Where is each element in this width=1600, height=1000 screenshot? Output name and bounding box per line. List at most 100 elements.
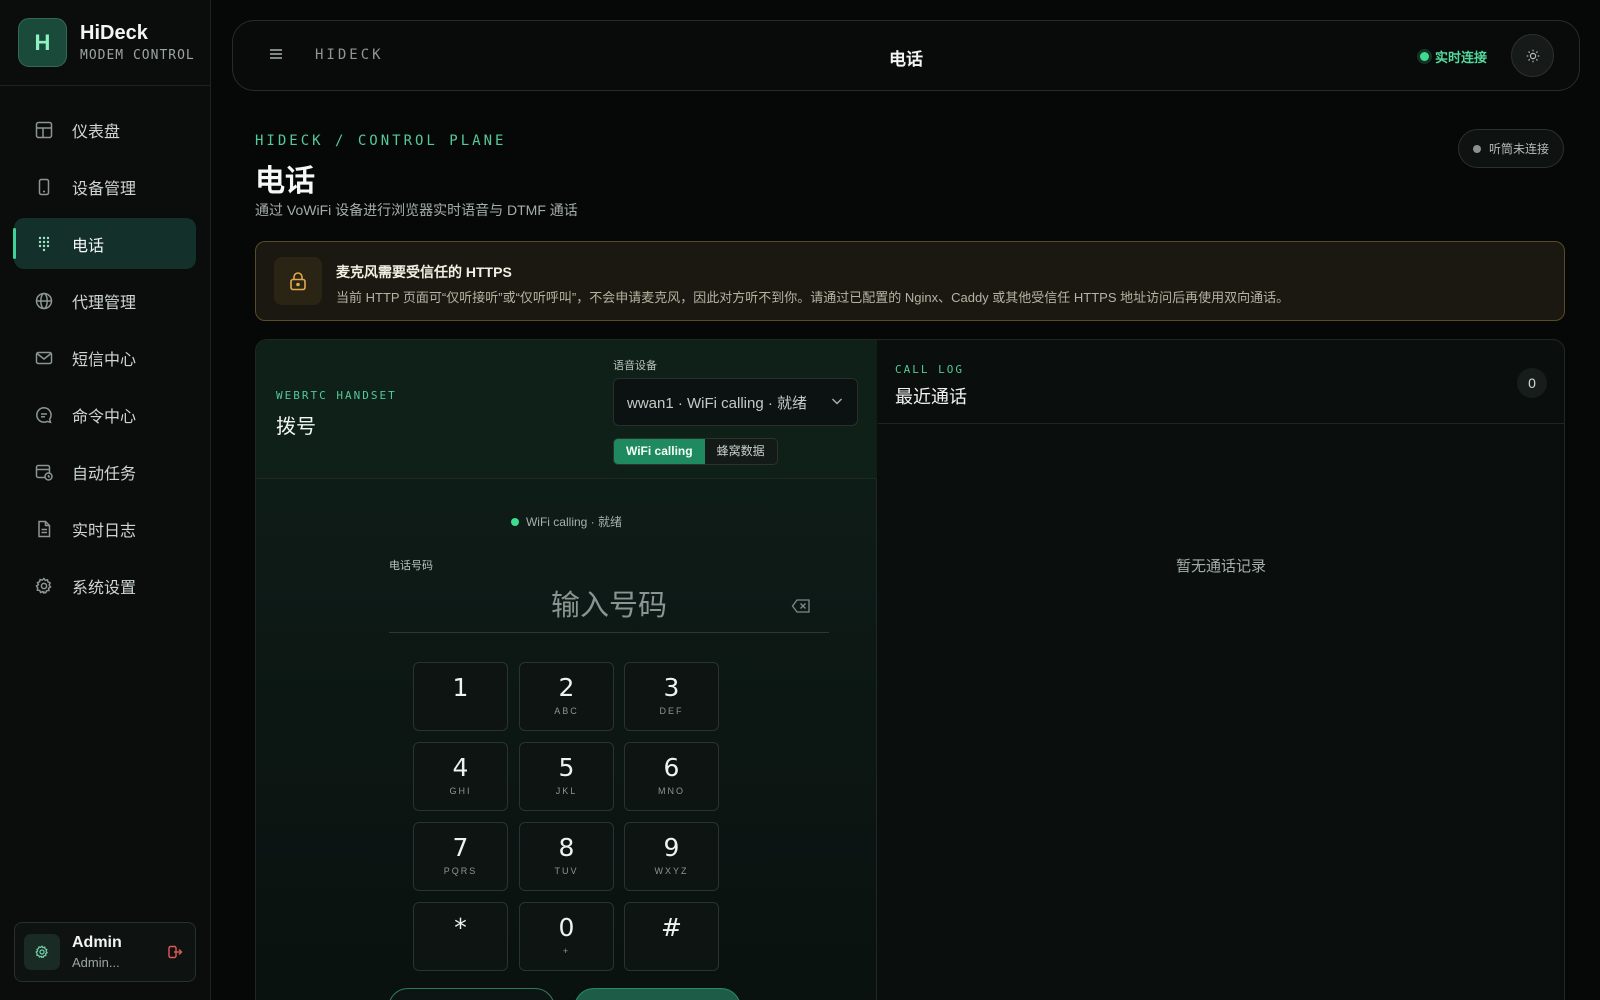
mode-cellular-button[interactable]: 蜂窝数据 bbox=[704, 439, 777, 464]
page-subtitle: 通过 VoWiFi 设备进行浏览器实时语音与 DTMF 通话 bbox=[255, 202, 578, 218]
chevron-down-icon bbox=[830, 394, 844, 412]
call-log-header: CALL LOG 最近通话 0 bbox=[878, 340, 1564, 424]
dial-key-digit: 6 bbox=[663, 753, 680, 782]
dial-key[interactable]: 6 MNO bbox=[624, 742, 719, 811]
sidebar-item-label: 实时日志 bbox=[72, 522, 137, 540]
top-bar: HIDECK 电话 实时连接 bbox=[232, 20, 1580, 91]
dial-key-digit: 4 bbox=[452, 753, 469, 782]
dial-key-digit: 8 bbox=[558, 833, 575, 862]
sidebar-item-dashboard[interactable]: 仪表盘 bbox=[14, 104, 196, 155]
dialer-title: 拨号 bbox=[276, 416, 316, 438]
sidebar-item-sms[interactable]: 短信中心 bbox=[14, 332, 196, 383]
brand-subtitle: MODEM CONTROL bbox=[80, 48, 195, 63]
status-dot-icon bbox=[1472, 144, 1481, 153]
call-log-kicker: CALL LOG bbox=[895, 363, 964, 376]
backspace-icon[interactable] bbox=[791, 598, 811, 619]
warning-text: 当前 HTTP 页面可“仅听接听”或“仅听呼叫”，不会申请麦克风，因此对方听不到… bbox=[336, 290, 1290, 305]
sidebar: H HiDeck MODEM CONTROL 仪表盘 设备管理 电话 代理管理 … bbox=[0, 0, 211, 1000]
dial-key-digit: 1 bbox=[452, 673, 469, 702]
secondary-call-button[interactable] bbox=[388, 988, 555, 1000]
dialer-status-label: WiFi calling · 就绪 bbox=[525, 515, 622, 529]
sidebar-item-logs[interactable]: 实时日志 bbox=[14, 503, 196, 554]
call-button[interactable] bbox=[574, 988, 741, 1000]
dial-key[interactable]: 4 GHI bbox=[413, 742, 508, 811]
user-settings-icon[interactable] bbox=[24, 934, 60, 970]
dial-key[interactable]: * bbox=[413, 902, 508, 971]
calendar-clock-icon bbox=[34, 462, 54, 482]
sidebar-item-proxy[interactable]: 代理管理 bbox=[14, 275, 196, 326]
mail-icon bbox=[34, 348, 54, 368]
chat-icon bbox=[34, 405, 54, 425]
dial-key-letters: WXYZ bbox=[654, 866, 689, 876]
sidebar-item-label: 电话 bbox=[72, 237, 105, 255]
live-connection-status: 实时连接 bbox=[1419, 47, 1487, 66]
theme-toggle-button[interactable] bbox=[1511, 34, 1554, 77]
breadcrumb: HIDECK / CONTROL PLANE bbox=[255, 133, 507, 149]
status-dot-icon bbox=[1419, 52, 1429, 61]
user-role: Admin... bbox=[72, 955, 120, 970]
phone-number-input[interactable] bbox=[389, 580, 829, 633]
dial-key[interactable]: 7 PQRS bbox=[413, 822, 508, 891]
page-title: 电话 bbox=[255, 165, 315, 198]
dial-key-letters: TUV bbox=[554, 866, 579, 876]
phone-number-label: 电话号码 bbox=[389, 560, 433, 572]
user-name: Admin bbox=[72, 934, 122, 951]
dial-key-digit: 2 bbox=[558, 673, 575, 702]
dial-key-letters: + bbox=[562, 946, 571, 956]
sidebar-item-devices[interactable]: 设备管理 bbox=[14, 161, 196, 212]
dial-key[interactable]: # bbox=[624, 902, 719, 971]
dialer-status: WiFi calling · 就绪 bbox=[256, 513, 877, 530]
dial-key[interactable]: 3 DEF bbox=[624, 662, 719, 731]
dial-key-letters: DEF bbox=[659, 706, 684, 716]
voice-device-label: 语音设备 bbox=[613, 360, 657, 372]
dial-key-letters: PQRS bbox=[443, 866, 478, 876]
sidebar-nav: 仪表盘 设备管理 电话 代理管理 短信中心 命令中心 自动任务 实时日志 系统设… bbox=[0, 86, 210, 611]
sidebar-item-settings[interactable]: 系统设置 bbox=[14, 560, 196, 611]
dial-key-letters: JKL bbox=[555, 786, 578, 796]
lock-icon bbox=[274, 257, 322, 305]
sidebar-item-label: 短信中心 bbox=[72, 351, 137, 369]
handset-status-badge: 听筒未连接 bbox=[1457, 129, 1564, 168]
dial-key-digit: * bbox=[454, 913, 467, 942]
user-card[interactable]: Admin Admin... bbox=[14, 922, 196, 982]
dial-key[interactable]: 5 JKL bbox=[519, 742, 614, 811]
dashboard-icon bbox=[34, 120, 54, 140]
dialer-kicker: WEBRTC HANDSET bbox=[276, 389, 397, 402]
logout-icon[interactable] bbox=[167, 944, 195, 960]
sidebar-item-tasks[interactable]: 自动任务 bbox=[14, 446, 196, 497]
sidebar-item-label: 设备管理 bbox=[72, 180, 137, 198]
dial-key[interactable]: 8 TUV bbox=[519, 822, 614, 891]
sidebar-item-label: 系统设置 bbox=[72, 579, 137, 597]
topbar-title: 电话 bbox=[889, 50, 923, 69]
brand-logo: H bbox=[18, 18, 67, 67]
sidebar-item-label: 命令中心 bbox=[72, 408, 137, 426]
dialer-header: WEBRTC HANDSET 拨号 语音设备 wwan1 · WiFi call… bbox=[256, 340, 877, 479]
sidebar-item-commands[interactable]: 命令中心 bbox=[14, 389, 196, 440]
sidebar-item-phone[interactable]: 电话 bbox=[13, 218, 196, 269]
dialpad-icon bbox=[34, 234, 54, 254]
network-mode-toggle: WiFi calling 蜂窝数据 bbox=[613, 438, 778, 465]
brand-name: HiDeck bbox=[80, 22, 148, 44]
dial-key-digit: 7 bbox=[452, 833, 469, 862]
dial-key-letters: MNO bbox=[658, 786, 685, 796]
gear-icon bbox=[34, 576, 54, 596]
file-icon bbox=[34, 519, 54, 539]
dial-key[interactable]: 2 ABC bbox=[519, 662, 614, 731]
mode-wifi-calling-button[interactable]: WiFi calling bbox=[614, 439, 705, 464]
device-icon bbox=[34, 177, 54, 197]
status-dot-icon bbox=[510, 518, 519, 526]
sidebar-item-label: 代理管理 bbox=[72, 294, 137, 312]
brand: H HiDeck MODEM CONTROL bbox=[0, 0, 210, 86]
handset-status-label: 听筒未连接 bbox=[1488, 142, 1549, 156]
dial-key[interactable]: 0 + bbox=[519, 902, 614, 971]
call-log-count-badge: 0 bbox=[1517, 368, 1547, 398]
https-warning-banner: 麦克风需要受信任的 HTTPS 当前 HTTP 页面可“仅听接听”或“仅听呼叫”… bbox=[255, 241, 1565, 321]
dial-key-digit: 5 bbox=[558, 753, 575, 782]
dial-key-digit: 3 bbox=[663, 673, 680, 702]
dial-key-digit: 9 bbox=[663, 833, 680, 862]
dial-key-letters: ABC bbox=[554, 706, 579, 716]
sun-icon bbox=[1526, 49, 1540, 63]
dial-key[interactable]: 9 WXYZ bbox=[624, 822, 719, 891]
voice-device-select[interactable]: wwan1 · WiFi calling · 就绪 bbox=[613, 378, 858, 426]
dial-key[interactable]: 1 bbox=[413, 662, 508, 731]
